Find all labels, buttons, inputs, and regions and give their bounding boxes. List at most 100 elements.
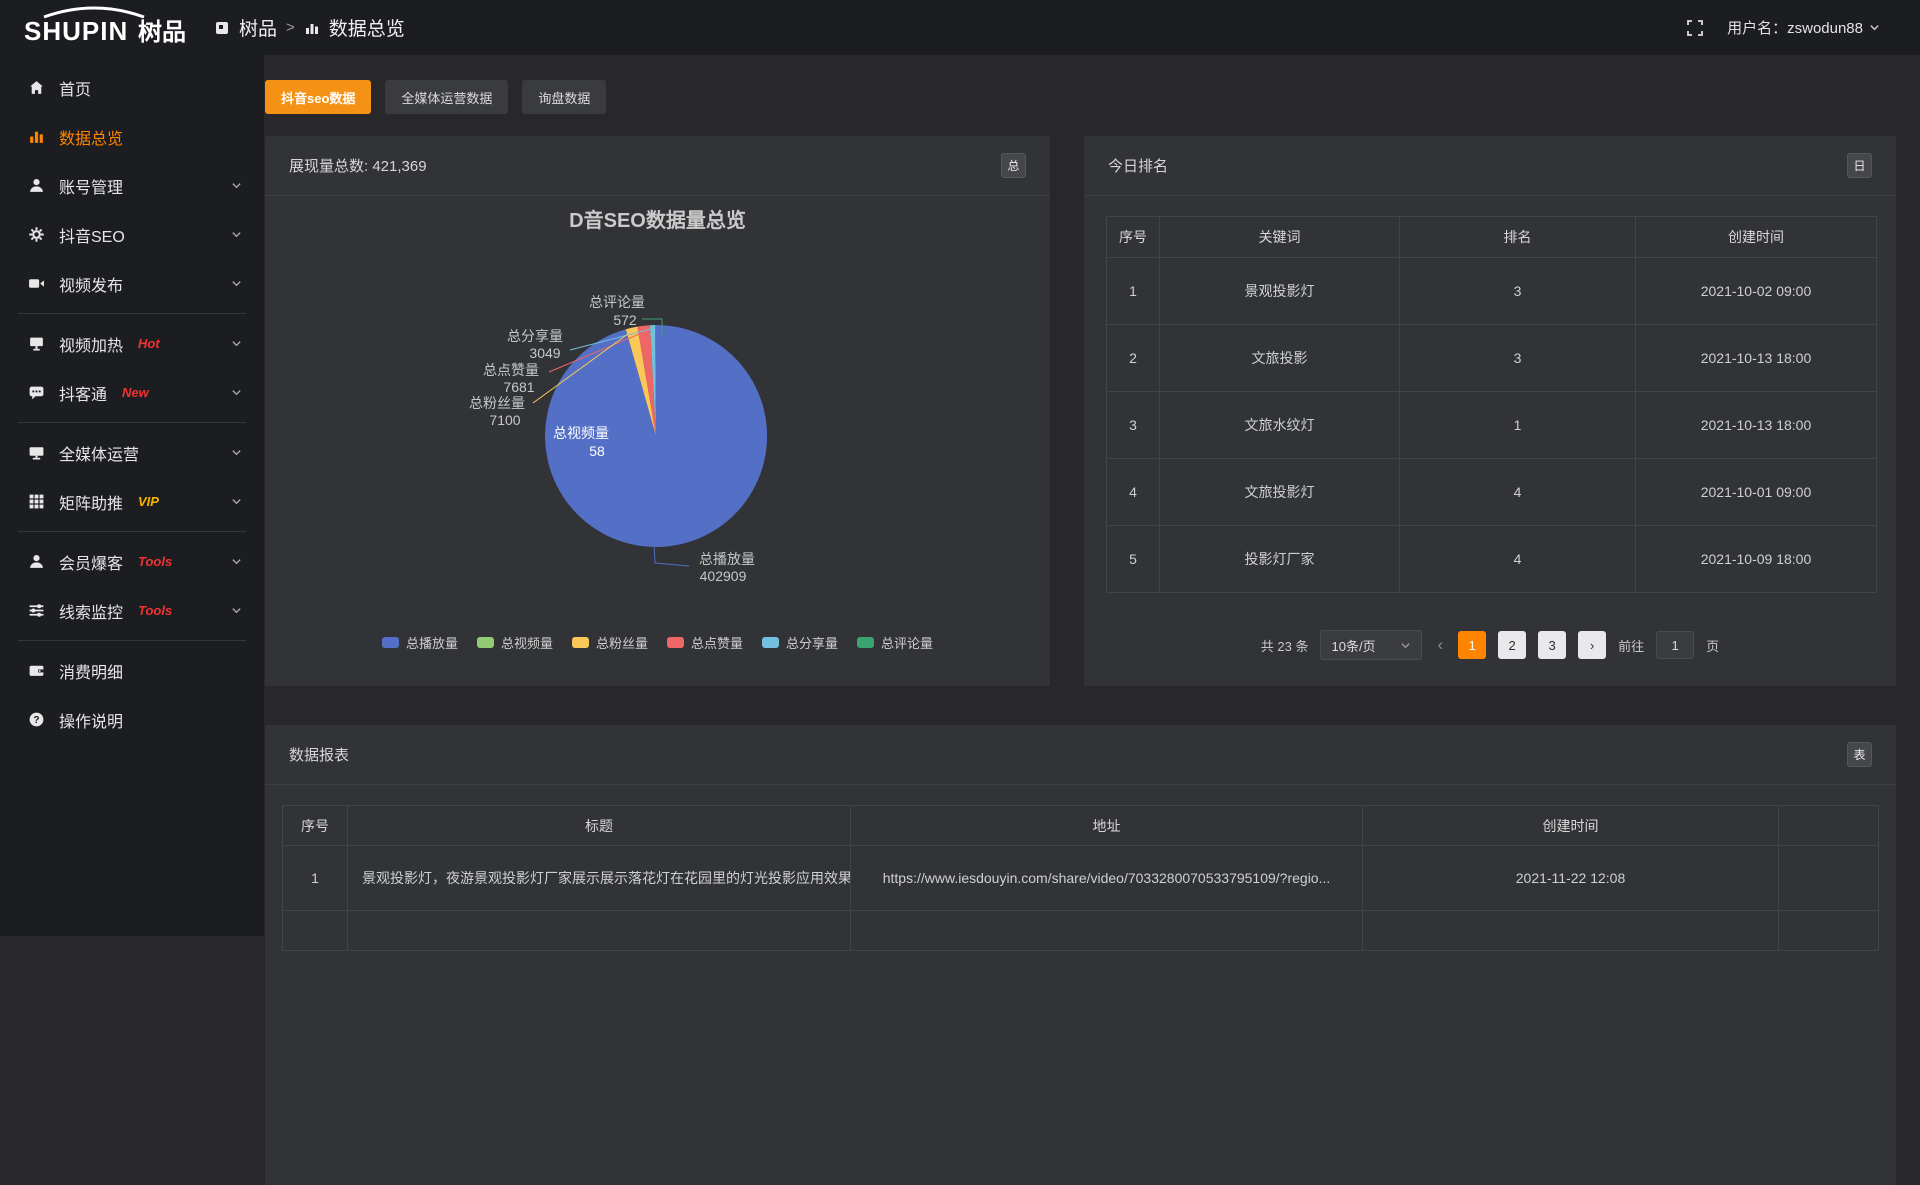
chart-title: D音SEO数据量总览 — [265, 204, 1050, 233]
col-extra — [1779, 806, 1879, 846]
sidebar-item-member-burst[interactable]: 会员爆客 Tools — [0, 537, 264, 586]
sidebar-item-media-operation[interactable]: 全媒体运营 — [0, 428, 264, 477]
cell-keyword: 文旅投影灯 — [1160, 459, 1400, 526]
legend-swatch — [477, 637, 494, 648]
page-button-1[interactable]: 1 — [1458, 631, 1486, 659]
breadcrumb-root[interactable]: 树品 — [239, 14, 277, 41]
report-panel: 数据报表 表 序号 标题 地址 创建时间 1 景观投影灯，夜游景观投影灯厂家展示… — [265, 725, 1896, 1185]
sidebar-item-video-publish[interactable]: 视频发布 — [0, 259, 264, 308]
page-button-3[interactable]: 3 — [1538, 631, 1566, 659]
report-table: 序号 标题 地址 创建时间 1 景观投影灯，夜游景观投影灯厂家展示展示落花灯在花… — [282, 805, 1879, 951]
wallet-icon — [28, 662, 46, 680]
sidebar-item-guide[interactable]: ? 操作说明 — [0, 695, 264, 744]
sidebar-item-label: 数据总览 — [59, 125, 123, 149]
sidebar-item-consume-detail[interactable]: 消费明细 — [0, 646, 264, 695]
breadcrumb-current[interactable]: 数据总览 — [329, 14, 405, 41]
user-menu[interactable]: 用户名：zswodun88 — [1727, 17, 1880, 38]
tab-douyin-seo[interactable]: 抖音seo数据 — [265, 80, 371, 114]
breadcrumb: 树品 > 数据总览 — [214, 0, 405, 55]
tools-tag: Tools — [138, 554, 172, 569]
bar-chart-icon — [304, 20, 320, 36]
legend-item-share[interactable]: 总分享量 — [762, 633, 838, 652]
video-link[interactable]: https://www.iesdouyin.com/share/video/70… — [851, 846, 1363, 911]
cell-keyword: 投影灯厂家 — [1160, 526, 1400, 593]
legend-item-like[interactable]: 总点赞量 — [667, 633, 743, 652]
legend-item-fans[interactable]: 总粉丝量 — [572, 633, 648, 652]
chat-bubble-icon — [28, 384, 46, 402]
user-label: 用户名：zswodun88 — [1727, 17, 1863, 38]
ranking-table: 序号 关键词 排名 创建时间 1 景观投影灯 3 2021-10-02 09:0… — [1106, 216, 1877, 593]
table-row: 2 文旅投影 3 2021-10-13 18:00 — [1107, 325, 1877, 392]
cell-rank: 3 — [1400, 325, 1636, 392]
chevron-down-icon — [231, 496, 242, 507]
tools-tag: Tools — [138, 603, 172, 618]
cell-created: 2021-10-09 18:00 — [1636, 526, 1877, 593]
pagination: 共 23 条 10条/页 ‹ 1 2 3 › 前往 页 — [1084, 630, 1896, 660]
col-index: 序号 — [1107, 217, 1160, 258]
pie-value-share: 3049 — [529, 345, 560, 361]
chart-legend: 总播放量 总视频量 总粉丝量 总点赞量 总分享量 总评论量 — [265, 633, 1050, 652]
chevron-down-icon — [231, 180, 242, 191]
col-title: 标题 — [348, 806, 851, 846]
table-badge-button[interactable]: 表 — [1847, 742, 1872, 767]
goto-page-input[interactable] — [1656, 631, 1694, 659]
table-row-partial — [283, 911, 1879, 951]
cell-index: 1 — [1107, 258, 1160, 325]
chevron-down-icon — [231, 229, 242, 240]
goto-label: 前往 — [1618, 636, 1644, 655]
legend-item-play[interactable]: 总播放量 — [382, 633, 458, 652]
sidebar-item-label: 会员爆客 — [59, 550, 123, 574]
fullscreen-icon[interactable] — [1685, 18, 1705, 38]
legend-label: 总分享量 — [786, 633, 838, 652]
sidebar-item-label: 操作说明 — [59, 708, 123, 732]
legend-swatch — [572, 637, 589, 648]
day-badge-button[interactable]: 日 — [1847, 153, 1872, 178]
cell-rank: 1 — [1400, 392, 1636, 459]
sidebar-divider — [18, 422, 246, 423]
sidebar-item-label: 抖音SEO — [59, 223, 125, 247]
sidebar-divider — [18, 313, 246, 314]
overview-header: 展现量总数: 421,369 — [289, 155, 427, 176]
page-button-2[interactable]: 2 — [1498, 631, 1526, 659]
sidebar-item-matrix-boost[interactable]: 矩阵助推 VIP — [0, 477, 264, 526]
sidebar-item-label: 视频发布 — [59, 272, 123, 296]
sidebar-item-account[interactable]: 账号管理 — [0, 161, 264, 210]
page-size-select[interactable]: 10条/页 — [1320, 630, 1422, 660]
total-badge-button[interactable]: 总 — [1001, 153, 1026, 178]
sidebar-item-douyin-seo[interactable]: 抖音SEO — [0, 210, 264, 259]
col-created: 创建时间 — [1363, 806, 1779, 846]
sidebar-item-data-overview[interactable]: 数据总览 — [0, 112, 264, 161]
table-row: 1 景观投影灯，夜游景观投影灯厂家展示展示落花灯在花园里的灯光投影应用效果 # … — [283, 846, 1879, 911]
sidebar-item-clue-monitor[interactable]: 线索监控 Tools — [0, 586, 264, 635]
col-index: 序号 — [283, 806, 348, 846]
data-tabs: 抖音seo数据 全媒体运营数据 询盘数据 — [265, 80, 606, 114]
sidebar-divider — [18, 640, 246, 641]
cell-index: 4 — [1107, 459, 1160, 526]
prev-page-button[interactable]: ‹ — [1434, 635, 1446, 655]
legend-label: 总评论量 — [881, 633, 933, 652]
sidebar-item-doukestong[interactable]: 抖客通 New — [0, 368, 264, 417]
bar-chart-icon — [28, 128, 46, 146]
cell-keyword: 景观投影灯 — [1160, 258, 1400, 325]
next-page-button[interactable]: › — [1578, 631, 1606, 659]
tab-inquiry[interactable]: 询盘数据 — [522, 80, 606, 114]
overview-header-value: 421,369 — [372, 158, 426, 175]
tab-media-operation[interactable]: 全媒体运营数据 — [385, 80, 508, 114]
pie-label-comment: 总评论量 — [589, 294, 645, 310]
breadcrumb-separator: > — [286, 19, 295, 36]
sidebar-item-video-heat[interactable]: 视频加热 Hot — [0, 319, 264, 368]
pie-value-video: 58 — [589, 443, 605, 459]
cell-index: 3 — [1107, 392, 1160, 459]
cell-created: 2021-10-02 09:00 — [1636, 258, 1877, 325]
pie-chart[interactable]: 总评论量 572 总分享量 3049 总点赞量 7681 总粉丝量 7100 总… — [265, 236, 1050, 616]
sidebar-item-home[interactable]: 首页 — [0, 63, 264, 112]
legend-item-video[interactable]: 总视频量 — [477, 633, 553, 652]
legend-label: 总视频量 — [501, 633, 553, 652]
sidebar: 首页 数据总览 账号管理 抖音SEO 视频发布 视频加热 Hot 抖客通 New… — [0, 55, 264, 936]
chevron-down-icon — [1400, 640, 1411, 651]
legend-swatch — [667, 637, 684, 648]
logo-en-text: SHUPIN — [24, 16, 128, 46]
sidebar-item-label: 视频加热 — [59, 332, 123, 356]
logo-cn-text: 树品 — [138, 19, 186, 46]
legend-item-comment[interactable]: 总评论量 — [857, 633, 933, 652]
